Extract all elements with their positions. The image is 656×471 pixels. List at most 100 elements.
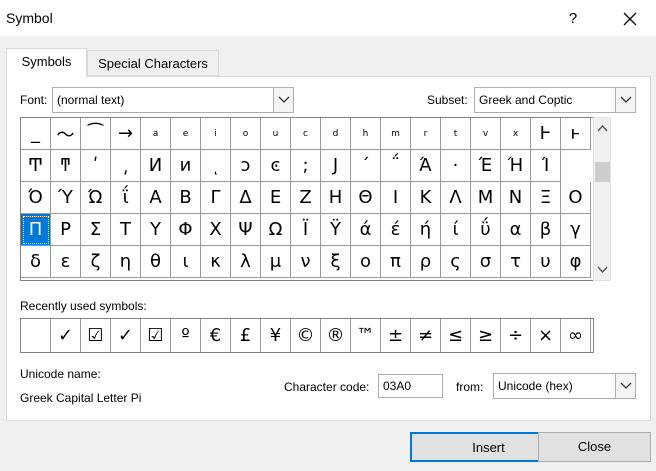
symbol-cell[interactable]: ί	[441, 214, 471, 246]
symbol-cell[interactable]: ο	[351, 246, 381, 278]
symbol-cell[interactable]: Χ	[201, 214, 231, 246]
symbol-cell[interactable]: Ͷ	[141, 150, 171, 182]
symbol-cell[interactable]: ʹ	[81, 150, 111, 182]
symbol-cell[interactable]: Ύ	[51, 182, 81, 214]
symbol-cell[interactable]: t	[441, 118, 471, 150]
symbol-cell[interactable]: Δ	[231, 182, 261, 214]
symbol-cell[interactable]: ε	[51, 246, 81, 278]
symbol-cell[interactable]: τ	[501, 246, 531, 278]
symbol-cell[interactable]: ⁀	[81, 118, 111, 150]
symbol-cell[interactable]: κ	[201, 246, 231, 278]
symbol-cell[interactable]: a	[141, 118, 171, 150]
symbol-cell[interactable]: 〜	[51, 118, 81, 150]
recent-symbol-cell[interactable]: ¥	[261, 319, 291, 352]
recent-symbol-cell[interactable]: ≤	[441, 319, 471, 352]
scroll-down-icon[interactable]	[594, 261, 611, 278]
symbol-cell[interactable]: Ξ	[531, 182, 561, 214]
symbol-cell[interactable]: ͵	[111, 150, 141, 182]
font-dropdown[interactable]: (normal text)	[52, 87, 294, 113]
chevron-down-icon[interactable]	[615, 88, 635, 112]
symbol-cell[interactable]: σ	[471, 246, 501, 278]
symbol-cell[interactable]: m	[381, 118, 411, 150]
recent-symbol-cell[interactable]: ☑	[141, 319, 171, 352]
recent-symbol-cell[interactable]: ÷	[501, 319, 531, 352]
recent-symbol-cell[interactable]: ±	[381, 319, 411, 352]
symbol-cell[interactable]: θ	[141, 246, 171, 278]
symbol-cell[interactable]: Ϊ	[291, 214, 321, 246]
recent-symbol-cell[interactable]: ≠	[411, 319, 441, 352]
scroll-up-icon[interactable]	[594, 120, 611, 137]
symbol-cell[interactable]: Υ	[141, 214, 171, 246]
symbol-cell[interactable]: v	[471, 118, 501, 150]
symbol-cell[interactable]: Α	[141, 182, 171, 214]
symbol-cell[interactable]: Ϋ	[321, 214, 351, 246]
subset-dropdown[interactable]: Greek and Coptic	[474, 87, 636, 113]
symbol-cell[interactable]: Ο	[561, 182, 591, 214]
recent-symbol-cell[interactable]: ☑	[81, 319, 111, 352]
symbol-cell[interactable]: Ψ	[231, 214, 261, 246]
symbol-cell[interactable]: ν	[291, 246, 321, 278]
symbol-cell[interactable]: ά	[351, 214, 381, 246]
symbol-cell[interactable]: ι	[171, 246, 201, 278]
symbol-cell[interactable]: Ι	[381, 182, 411, 214]
symbol-cell[interactable]: ͺ	[201, 150, 231, 182]
symbol-cell[interactable]: φ	[561, 246, 591, 278]
symbol-cell[interactable]: u	[261, 118, 291, 150]
symbol-cell[interactable]: Κ	[411, 182, 441, 214]
chevron-down-icon[interactable]	[273, 88, 293, 112]
symbol-cell[interactable]: ͷ	[171, 150, 201, 182]
tab-special-characters[interactable]: Special Characters	[87, 50, 219, 76]
chevron-down-icon[interactable]	[615, 374, 635, 398]
recent-symbol-cell[interactable]: ×	[531, 319, 561, 352]
symbol-cell[interactable]: ξ	[321, 246, 351, 278]
symbol-cell[interactable]: Έ	[471, 150, 501, 182]
symbol-cell[interactable]: α	[501, 214, 531, 246]
symbol-cell[interactable]: h	[351, 118, 381, 150]
recent-symbol-cell[interactable]: ✓	[51, 319, 81, 352]
symbol-cell[interactable]: Ν	[501, 182, 531, 214]
symbol-cell[interactable]: υ	[531, 246, 561, 278]
symbol-cell[interactable]: Ώ	[81, 182, 111, 214]
recent-symbols[interactable]: ✓ ☑ ✓ ☑ º € £ ¥ © ® ™ ± ≠ ≤ ≥ ÷ × ∞	[20, 318, 594, 353]
symbol-cell[interactable]: Ͳ	[21, 150, 51, 182]
symbol-cell[interactable]: ρ	[411, 246, 441, 278]
symbol-cell[interactable]: x	[501, 118, 531, 150]
symbol-cell[interactable]: έ	[381, 214, 411, 246]
recent-symbol-cell[interactable]: ®	[321, 319, 351, 352]
help-button[interactable]: ?	[560, 6, 586, 32]
symbol-cell[interactable]: Π	[21, 214, 51, 246]
symbol-cell[interactable]: Ͱ	[531, 118, 561, 150]
symbol-cell[interactable]: Σ	[81, 214, 111, 246]
symbol-cell[interactable]: ΄	[351, 150, 381, 182]
symbol-cell[interactable]: ;	[291, 150, 321, 182]
symbol-cell[interactable]: Μ	[471, 182, 501, 214]
scroll-thumb[interactable]	[595, 162, 610, 182]
close-button[interactable]: Close	[538, 432, 651, 462]
symbol-cell[interactable]: η	[111, 246, 141, 278]
symbol-cell[interactable]: ·	[441, 150, 471, 182]
symbol-cell[interactable]: Ί	[531, 150, 561, 182]
symbol-cell[interactable]: Ή	[501, 150, 531, 182]
symbol-cell[interactable]: ΐ	[111, 182, 141, 214]
recent-symbol-cell[interactable]: ✓	[111, 319, 141, 352]
symbol-cell[interactable]: d	[321, 118, 351, 150]
recent-symbol-cell[interactable]: ≥	[471, 319, 501, 352]
recent-symbol-cell[interactable]: ©	[291, 319, 321, 352]
from-dropdown[interactable]: Unicode (hex)	[493, 373, 636, 399]
symbol-cell[interactable]: γ	[561, 214, 591, 246]
grid-scrollbar[interactable]	[593, 117, 611, 281]
symbol-cell[interactable]: λ	[231, 246, 261, 278]
close-icon[interactable]	[616, 6, 644, 32]
symbol-cell[interactable]: →	[111, 118, 141, 150]
symbol-cell[interactable]: ΰ	[471, 214, 501, 246]
symbol-cell[interactable]: ς	[441, 246, 471, 278]
recent-symbol-cell[interactable]: ™	[351, 319, 381, 352]
symbol-cell[interactable]: Ω	[261, 214, 291, 246]
symbol-cell[interactable]: π	[381, 246, 411, 278]
symbol-cell[interactable]: i	[201, 118, 231, 150]
symbol-cell[interactable]: Λ	[441, 182, 471, 214]
symbol-cell[interactable]: Ϳ	[321, 150, 351, 182]
recent-symbol-cell[interactable]	[21, 319, 51, 352]
recent-symbol-cell[interactable]: º	[171, 319, 201, 352]
symbol-cell[interactable]: Ζ	[291, 182, 321, 214]
